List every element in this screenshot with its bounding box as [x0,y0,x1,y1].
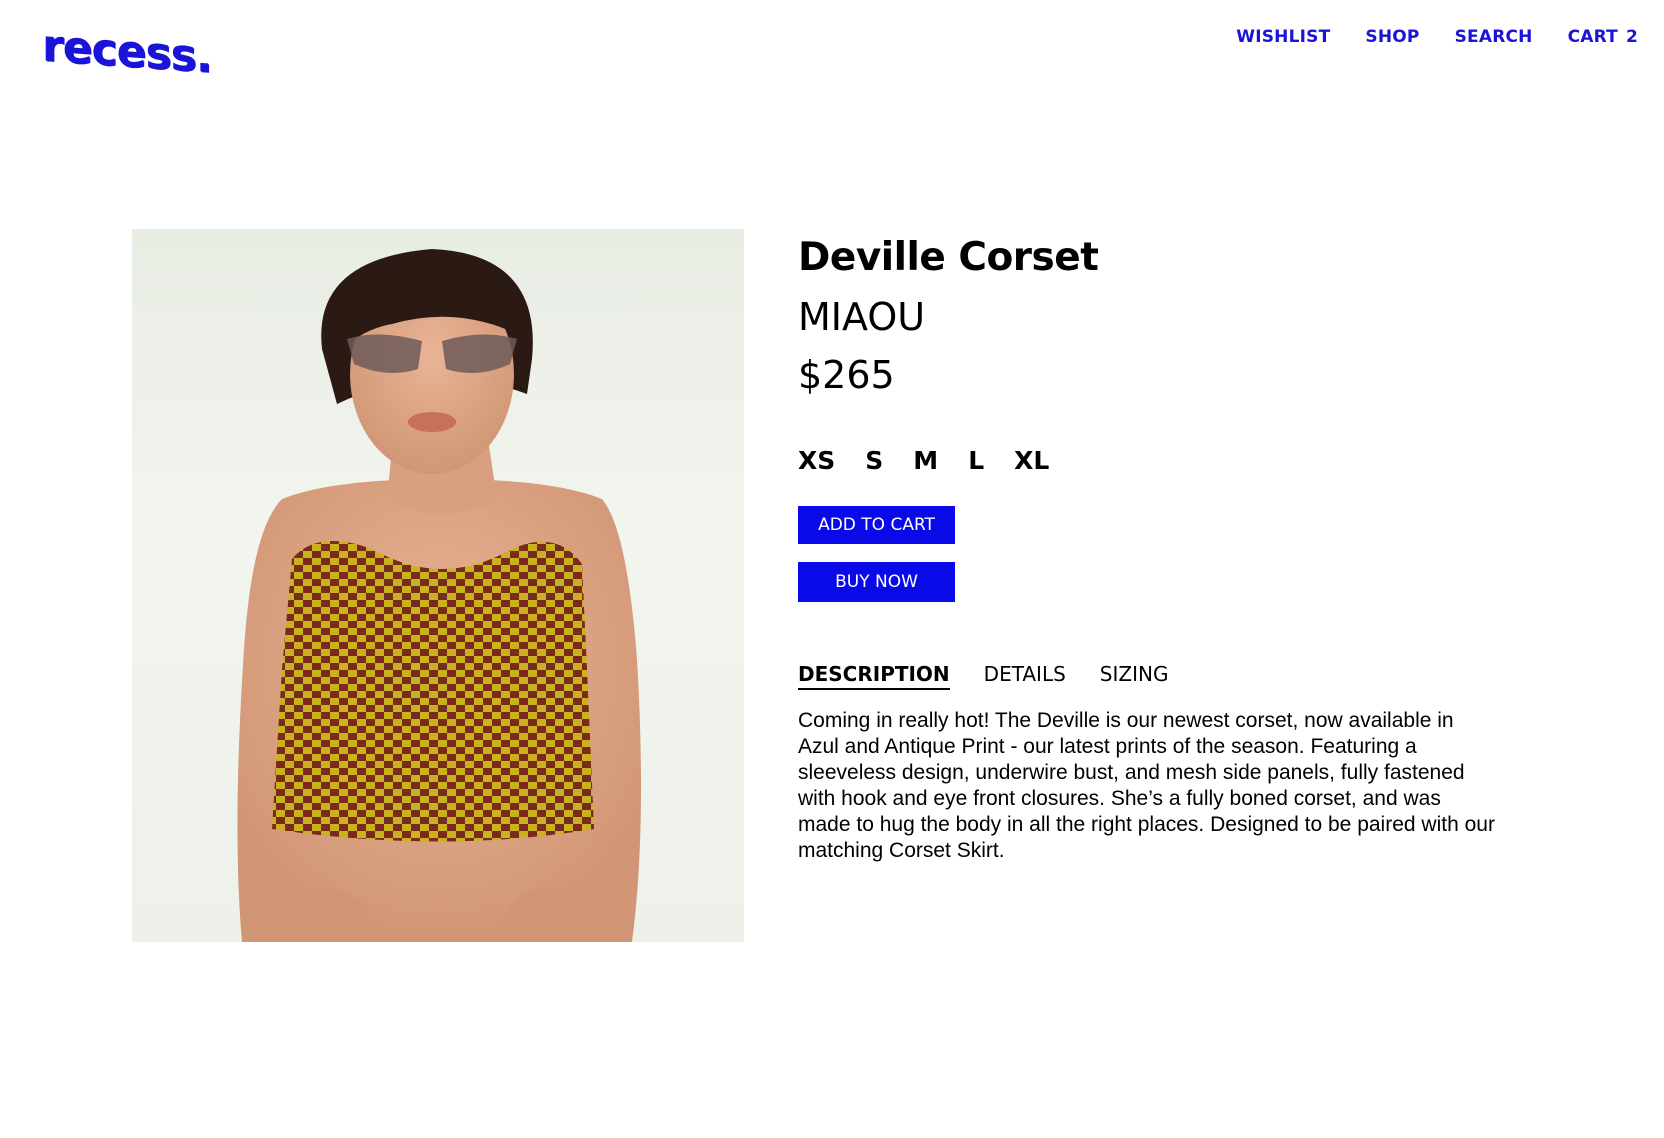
nav-cart[interactable]: CART 2 [1568,27,1638,47]
nav-wishlist[interactable]: WISHLIST [1236,27,1330,47]
size-selector: XS S M L XL [798,446,1079,475]
nav-shop[interactable]: SHOP [1365,27,1419,47]
size-option-m[interactable]: M [913,446,938,475]
recess-logo[interactable]: recess. [42,20,212,83]
cart-count-badge: 2 [1625,27,1638,47]
tab-description[interactable]: DESCRIPTION [798,662,950,690]
product-image[interactable] [132,229,744,942]
cart-label: CART [1567,27,1618,47]
product-title: Deville Corset [798,235,1099,280]
model-photo-illustration [237,249,642,942]
product-description: Coming in really hot! The Deville is our… [798,709,1495,862]
add-to-cart-button[interactable]: ADD TO CART [798,506,955,544]
tab-details[interactable]: DETAILS [984,662,1066,690]
size-option-s[interactable]: S [865,446,883,475]
product-price: $265 [798,353,895,397]
product-info: Deville Corset MIAOU $265 XS S M L XL AD… [798,232,1498,862]
buy-now-button[interactable]: BUY NOW [798,562,955,602]
product-brand[interactable]: MIAOU [798,292,1498,342]
main-nav: WISHLIST SHOP SEARCH CART 2 [1201,27,1638,47]
size-option-xl[interactable]: XL [1014,446,1049,475]
size-option-xs[interactable]: XS [798,446,835,475]
nav-search[interactable]: SEARCH [1455,27,1533,47]
size-option-l[interactable]: L [968,446,984,475]
product-tabs: DESCRIPTION DETAILS SIZING [798,662,1202,690]
tab-sizing[interactable]: SIZING [1100,662,1169,690]
